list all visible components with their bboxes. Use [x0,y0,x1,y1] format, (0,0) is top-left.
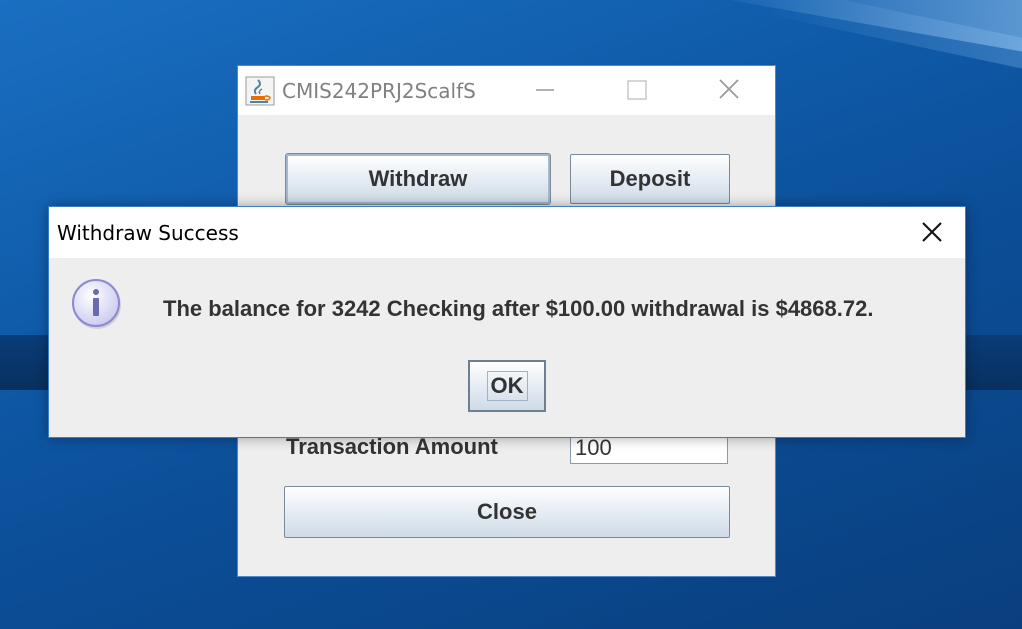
close-button[interactable]: Close [284,486,730,538]
ok-button[interactable]: OK [468,360,546,412]
info-icon [72,279,121,329]
dialog-message: The balance for 3242 Checking after $100… [163,296,874,321]
withdraw-success-dialog: Withdraw Success The balance for 3242 Ch… [48,206,966,438]
ok-button-label: OK [486,371,528,401]
minimize-button[interactable] [522,74,568,106]
withdraw-button[interactable]: Withdraw [285,153,551,205]
dialog-title: Withdraw Success [57,221,239,245]
deposit-button[interactable]: Deposit [570,154,730,204]
window-close-button[interactable] [706,74,752,106]
dialog-titlebar[interactable]: Withdraw Success [49,207,965,258]
app-titlebar[interactable]: CMIS242PRJ2ScalfS [238,66,775,115]
java-app-icon [245,76,275,106]
maximize-button[interactable] [614,74,660,106]
desktop-background: CMIS242PRJ2ScalfS Withdraw Deposit Trans… [0,0,1022,629]
dialog-close-icon[interactable] [907,215,957,251]
app-window-title: CMIS242PRJ2ScalfS [282,79,476,103]
